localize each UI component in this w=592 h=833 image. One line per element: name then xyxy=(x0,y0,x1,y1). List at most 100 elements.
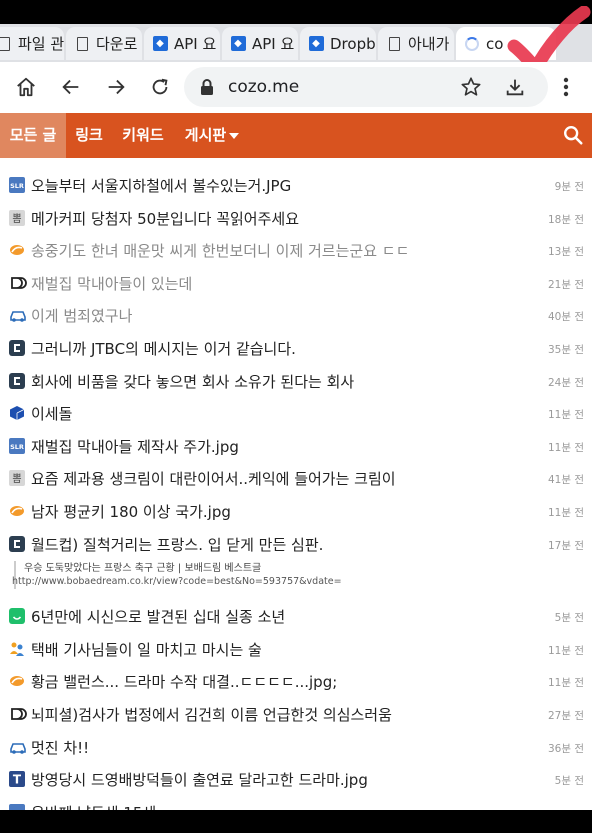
nav-all-posts[interactable]: 모든 글 xyxy=(0,113,66,158)
home-icon xyxy=(17,77,35,97)
forward-arrow-icon xyxy=(108,79,125,95)
nav-boards[interactable]: 게시판 xyxy=(176,113,248,158)
post-row[interactable]: 남자 평균키 180 이상 국가.jpg 11분 전 xyxy=(0,494,592,527)
post-row[interactable]: SLR 재벌집 막내아들 제작사 주가.jpg 11분 전 xyxy=(0,429,592,462)
tab-download[interactable]: 다운로 xyxy=(66,27,142,60)
post-title[interactable]: 메가커피 당첨자 50분입니다 꼭읽어주세요 xyxy=(31,208,299,229)
browser-menu-button[interactable] xyxy=(551,72,581,102)
post-time: 21분 전 xyxy=(547,278,584,291)
dropbox-icon: ◆ xyxy=(230,36,246,52)
post-time: 27분 전 xyxy=(547,709,584,722)
tab-wife[interactable]: 아내가 xyxy=(378,27,454,60)
post-row[interactable]: 6년만에 시신으로 발견된 십대 실종 소년 5분 전 xyxy=(0,599,592,632)
post-row[interactable]: 뽐 요즘 제과용 생크림이 대란이어서..케익에 들어가는 크림이 41분 전 xyxy=(0,461,592,494)
bookmark-star-button[interactable] xyxy=(460,76,482,102)
post-title[interactable]: 6년만에 시신으로 발견된 십대 실종 소년 xyxy=(31,606,285,627)
post-title[interactable]: 남자 평균키 180 이상 국가.jpg xyxy=(31,501,231,522)
post-time: 18분 전 xyxy=(547,213,584,226)
car-icon xyxy=(9,739,26,755)
post-time: 11분 전 xyxy=(547,506,584,519)
more-vertical-icon xyxy=(563,77,569,97)
post-time: 24분 전 xyxy=(547,376,584,389)
post-time: 11분 전 xyxy=(547,441,584,454)
dd-logo-icon xyxy=(9,706,27,722)
post-title[interactable]: 방영당시 드영배방덕들이 출연료 달라고한 드라마.jpg xyxy=(31,769,368,790)
post-title[interactable]: 재벌집 막내아들 제작사 주가.jpg xyxy=(31,436,239,457)
link-preview[interactable]: 우승 도둑맞았다는 프랑스 축구 근황 | 보배드림 베스트글 http://ww… xyxy=(0,559,592,599)
link-preview-title[interactable]: 우승 도둑맞았다는 프랑스 축구 근황 | 보배드림 베스트글 xyxy=(24,559,261,574)
post-time: 11분 전 xyxy=(547,644,584,657)
address-bar[interactable]: cozo.me xyxy=(184,67,548,107)
post-title[interactable]: 재벌집 막내아들이 있는데 xyxy=(31,273,192,294)
post-row[interactable]: 이세돌 11분 전 xyxy=(0,396,592,429)
svg-text:뽐: 뽐 xyxy=(12,213,21,225)
post-time: 36분 전 xyxy=(547,742,584,755)
post-time: 17분 전 xyxy=(547,539,584,552)
nav-keywords[interactable]: 키워드 xyxy=(112,113,174,158)
tab-api-2[interactable]: ◆ API 요 xyxy=(222,27,298,60)
post-title[interactable]: 송중기도 한녀 매운맛 씨게 한번보더니 이제 거르는군요 ㄷㄷ xyxy=(31,240,409,261)
nav-links[interactable]: 링크 xyxy=(66,113,112,158)
post-row[interactable]: 재벌집 막내아들이 있는데 21분 전 xyxy=(0,266,592,299)
post-title[interactable]: 월드컵) 질척거리는 프랑스. 입 닫게 만든 심판. xyxy=(31,534,323,555)
tab-file[interactable]: 파일 관 xyxy=(0,27,64,60)
tab-dropbox[interactable]: ◆ Dropb xyxy=(300,27,376,60)
caret-down-icon xyxy=(229,132,240,139)
green-smile-icon xyxy=(9,608,25,625)
orange-logo-icon xyxy=(9,242,25,258)
car-icon xyxy=(9,307,26,323)
home-button[interactable] xyxy=(11,72,41,102)
post-time: 35분 전 xyxy=(547,343,584,356)
post-row[interactable]: 뇌피셜)검사가 법정에서 김건희 이름 언급한것 의심스러움 27분 전 xyxy=(0,697,592,730)
orange-logo-icon xyxy=(9,673,25,689)
post-row[interactable]: 뽐 메가커피 당첨자 50분입니다 꼭읽어주세요 18분 전 xyxy=(0,201,592,234)
star-icon xyxy=(461,77,481,96)
post-title[interactable]: 회사에 비품을 갖다 놓으면 회사 소유가 된다는 회사 xyxy=(31,371,354,392)
orange-logo-icon xyxy=(9,503,25,519)
back-button[interactable] xyxy=(56,72,86,102)
download-icon xyxy=(506,79,524,96)
svg-text:SLR: SLR xyxy=(10,443,24,451)
post-time: 13분 전 xyxy=(547,246,584,259)
post-title[interactable]: 이세돌 xyxy=(31,403,72,424)
post-row[interactable]: T 방영당시 드영배방덕들이 출연료 달라고한 드라마.jpg 5분 전 xyxy=(0,762,592,795)
tab-api-1[interactable]: ◆ API 요 xyxy=(144,27,220,60)
tab-label: API 요 xyxy=(252,35,295,53)
post-time: 9분 전 xyxy=(554,181,584,193)
reload-button[interactable] xyxy=(145,72,175,102)
loading-spinner-icon xyxy=(464,36,480,52)
blue-cube-icon xyxy=(9,405,25,421)
download-page-button[interactable] xyxy=(504,76,526,102)
post-time: 5분 전 xyxy=(554,612,584,625)
post-row[interactable]: 그러니까 JTBC의 메시지는 이거 같습니다. 35분 전 xyxy=(0,331,592,364)
post-row[interactable]: 월드컵) 질척거리는 프랑스. 입 닫게 만든 심판. 17분 전 xyxy=(0,527,592,560)
forward-button[interactable] xyxy=(101,72,131,102)
post-row[interactable]: 멋진 차!! 36분 전 xyxy=(0,730,592,763)
dd-logo-icon xyxy=(9,275,27,291)
document-icon xyxy=(386,36,402,52)
post-row[interactable]: 택배 기사님들이 일 마치고 마시는 술 11분 전 xyxy=(0,632,592,665)
post-title[interactable]: 그러니까 JTBC의 메시지는 이거 같습니다. xyxy=(31,338,296,359)
post-title[interactable]: 요즘 제과용 생크림이 대란이어서..케익에 들어가는 크림이 xyxy=(31,468,396,489)
device-nav-bar xyxy=(0,810,592,833)
post-title[interactable]: 오늘부터 서울지하철에서 볼수있는거.JPG xyxy=(31,175,291,196)
link-preview-url[interactable]: http://www.bobaedream.co.kr/view?code=be… xyxy=(12,576,342,587)
post-title[interactable]: 뇌피셜)검사가 법정에서 김건희 이름 언급한것 의심스러움 xyxy=(31,704,392,725)
t-logo-icon: T xyxy=(9,771,25,788)
post-row[interactable]: 회사에 비품을 갖다 놓으면 회사 소유가 된다는 회사 24분 전 xyxy=(0,364,592,397)
post-time: 40분 전 xyxy=(547,311,584,324)
post-title[interactable]: 황금 밸런스... 드라마 수작 대결..ㄷㄷㄷㄷ...jpg; xyxy=(31,671,337,692)
ppomppu-icon: 뽐 xyxy=(9,470,25,487)
back-arrow-icon xyxy=(62,79,79,95)
post-title[interactable]: 택배 기사님들이 일 마치고 마시는 술 xyxy=(31,639,262,660)
post-title[interactable]: 멋진 차!! xyxy=(31,737,89,758)
browser-toolbar: cozo.me xyxy=(0,62,592,112)
post-row[interactable]: 이게 범죄였구나 40분 전 xyxy=(0,298,592,331)
clien-icon xyxy=(9,372,25,389)
url-text[interactable]: cozo.me xyxy=(228,77,299,97)
post-row[interactable]: SLR 오늘부터 서울지하철에서 볼수있는거.JPG 9분 전 xyxy=(0,168,592,201)
site-search-button[interactable] xyxy=(562,124,584,146)
post-row[interactable]: 황금 밸런스... 드라마 수작 대결..ㄷㄷㄷㄷ...jpg; 11분 전 xyxy=(0,664,592,697)
post-title[interactable]: 이게 범죄였구나 xyxy=(31,305,132,326)
post-row[interactable]: 송중기도 한녀 매운맛 씨게 한번보더니 이제 거르는군요 ㄷㄷ 13분 전 xyxy=(0,233,592,266)
